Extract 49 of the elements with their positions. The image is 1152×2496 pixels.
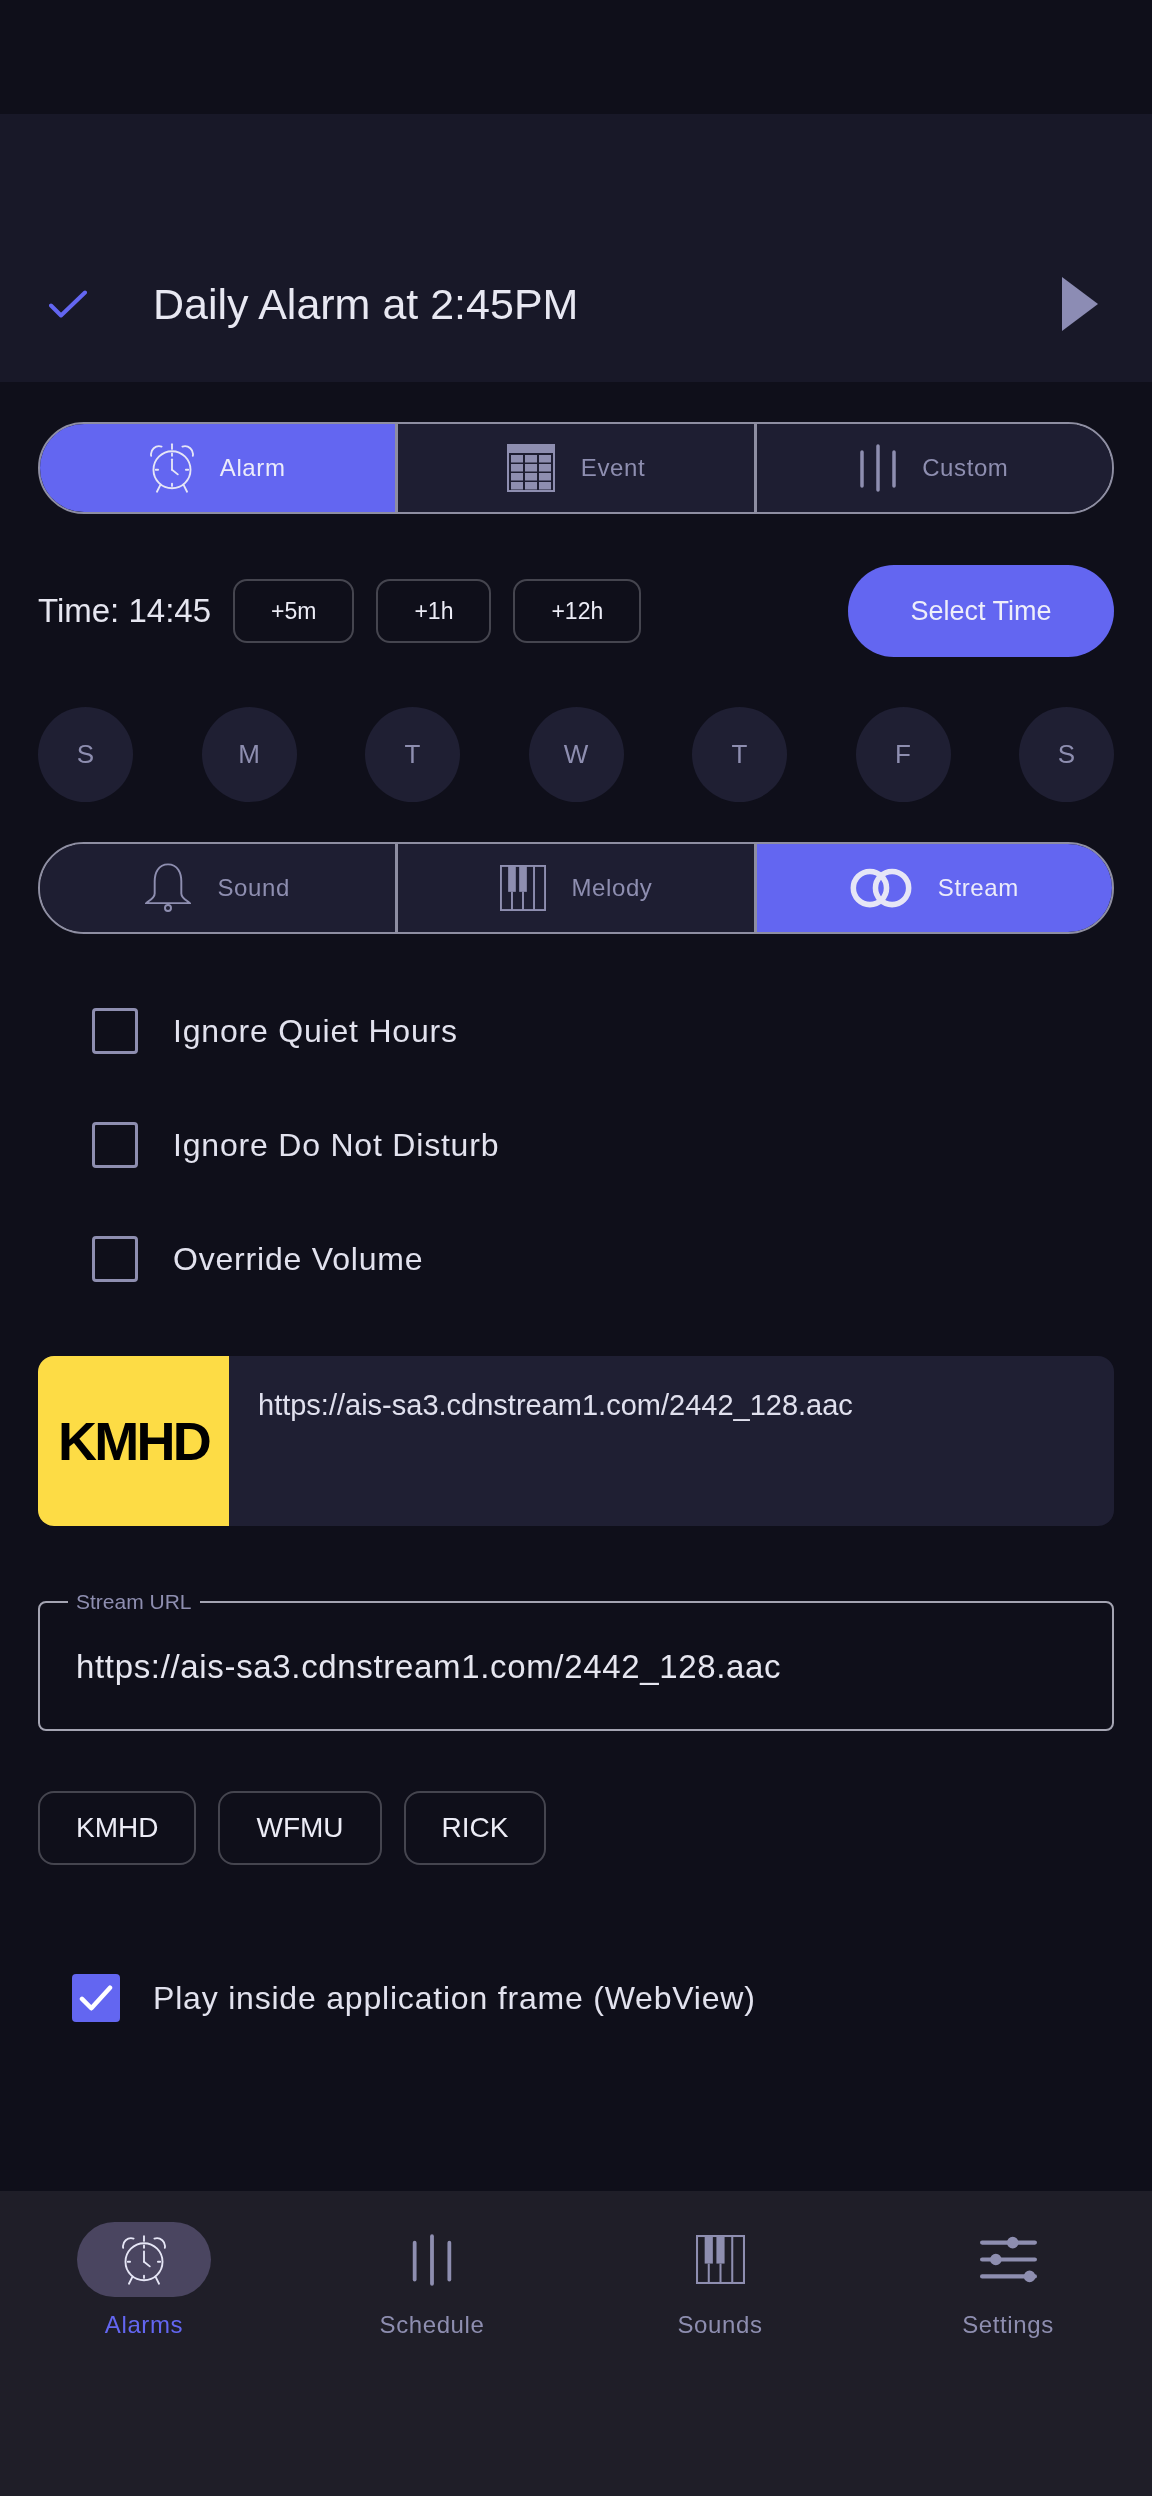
checkbox-label[interactable]: Ignore Quiet Hours — [173, 1007, 458, 1055]
checkbox[interactable] — [92, 1122, 138, 1168]
day-toggle[interactable]: T — [365, 707, 460, 802]
day-toggle[interactable]: M — [201, 707, 297, 802]
tab[interactable]: Alarm — [40, 424, 396, 512]
sliders-icon — [979, 2236, 1037, 2283]
bell-icon — [145, 863, 192, 913]
alarm-title: Daily Alarm at 2:45PM — [153, 282, 579, 326]
day-toggle[interactable]: S — [38, 707, 133, 802]
play-icon[interactable] — [1062, 277, 1098, 331]
linked-rings-icon — [849, 868, 912, 908]
nav-tab[interactable]: Sounds — [653, 2222, 787, 2352]
day-toggle[interactable]: T — [692, 707, 787, 802]
select-time-button[interactable]: Select Time — [848, 565, 1114, 657]
grid-icon — [506, 444, 555, 492]
time-adjust-button[interactable]: +5m — [233, 579, 355, 643]
tab[interactable]: Custom — [753, 424, 1112, 512]
checkbox[interactable] — [92, 1008, 138, 1054]
stream-card[interactable]: KMHD https://ais-sa3.cdnstream1.com/2442_128.aac — [38, 1356, 1114, 1526]
tab[interactable]: Sound — [40, 844, 396, 932]
field-label: Stream URL — [76, 1589, 192, 1615]
nav-tab[interactable]: Schedule — [365, 2222, 499, 2352]
day-toggle[interactable]: S — [1019, 707, 1114, 802]
tab[interactable]: Stream — [753, 844, 1112, 932]
stream-url-text: https://ais-sa3.cdnstream1.com/2442_128.aac — [258, 1388, 853, 1422]
time-adjust-button[interactable]: +1h — [376, 579, 492, 643]
piano-keys-icon — [695, 2235, 745, 2284]
checkmark-icon — [79, 1984, 113, 2012]
preset-button[interactable]: KMHD — [38, 1791, 197, 1865]
tab[interactable]: Melody — [395, 844, 754, 932]
preset-button[interactable]: WFMU — [218, 1791, 382, 1865]
checkbox[interactable] — [92, 1236, 138, 1282]
alarm-clock-icon — [149, 443, 194, 493]
piano-keys-icon — [499, 865, 546, 911]
nav-tab[interactable]: Settings — [941, 2222, 1075, 2352]
alarm-clock-icon — [122, 2234, 166, 2285]
tab[interactable]: Event — [395, 424, 754, 512]
station-logo: KMHD — [38, 1356, 229, 1526]
time-label: Time: 14:45 — [38, 591, 212, 632]
vertical-bars-icon — [860, 444, 897, 492]
checkbox[interactable] — [72, 1974, 120, 2022]
preset-button[interactable]: RICK — [403, 1791, 547, 1865]
checkbox-label[interactable]: Play inside application frame (WebView) — [153, 1974, 756, 2022]
day-toggle[interactable]: W — [528, 707, 624, 802]
day-toggle[interactable]: F — [855, 707, 951, 802]
checkmark-icon[interactable] — [49, 290, 87, 318]
checkbox-label[interactable]: Ignore Do Not Disturb — [173, 1121, 500, 1169]
checkbox-label[interactable]: Override Volume — [173, 1235, 424, 1283]
time-adjust-button[interactable]: +12h — [513, 579, 642, 643]
